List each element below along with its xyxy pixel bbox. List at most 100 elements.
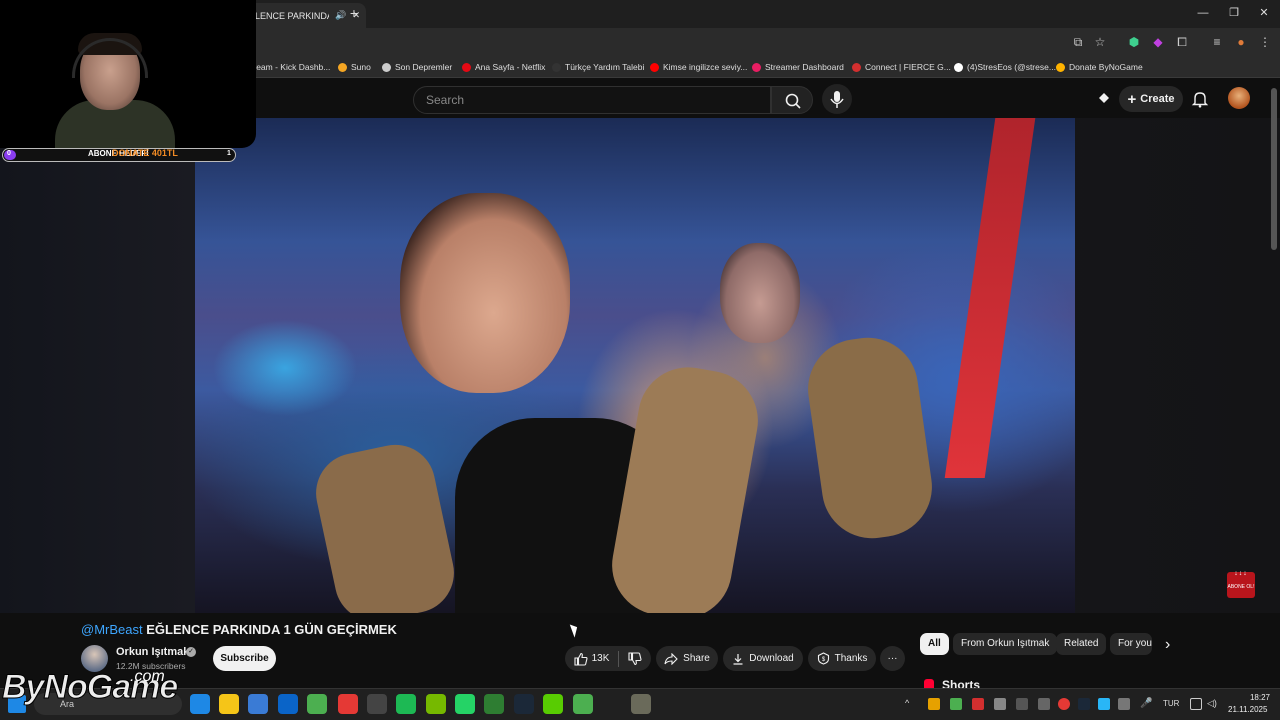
edge-icon[interactable] (190, 694, 210, 714)
watermark-suffix: .com (130, 668, 165, 685)
file-explorer-icon[interactable] (219, 694, 239, 714)
notifications-bell-icon[interactable] (1190, 89, 1210, 109)
bookmark-label: Suno (351, 62, 371, 72)
tray-app-icon[interactable] (1098, 698, 1110, 710)
opera-icon[interactable] (338, 694, 358, 714)
extension-shield-icon[interactable]: ⬢ (1126, 34, 1142, 50)
steam-icon[interactable] (514, 694, 534, 714)
search-button[interactable] (771, 86, 813, 114)
bookmark-favicon-icon (338, 62, 347, 72)
more-actions-button[interactable]: ··· (880, 646, 905, 671)
video-scene-seat (801, 331, 939, 545)
obs-icon[interactable] (367, 694, 387, 714)
spotify-icon[interactable] (396, 694, 416, 714)
tray-language[interactable]: TUR (1163, 699, 1179, 708)
store-icon[interactable] (248, 694, 268, 714)
title-mention-link[interactable]: @MrBeast (81, 622, 143, 637)
tray-steam-icon[interactable] (1078, 698, 1090, 710)
microphone-icon (830, 91, 844, 108)
extensions-puzzle-icon[interactable]: ⧠ (1174, 34, 1190, 50)
studio-icon[interactable] (1096, 90, 1112, 106)
thumbs-down-icon[interactable] (628, 651, 642, 666)
audio-icon[interactable]: 🔊 (335, 10, 346, 21)
bookmark-label: Türkçe Yardım Talebi (565, 62, 645, 72)
channel-name[interactable]: Orkun Işıtmak (116, 646, 189, 658)
tray-overflow-chevron-icon[interactable]: ^ (905, 698, 917, 710)
close-window-button[interactable]: ✕ (1253, 4, 1275, 22)
chip-for-you[interactable]: For you (1110, 633, 1152, 655)
account-avatar[interactable] (1228, 87, 1250, 109)
svg-text:$: $ (821, 657, 825, 663)
extension-twitch-icon[interactable]: ◆ (1150, 34, 1166, 50)
plus-icon: + (1127, 90, 1137, 108)
goal-start-value: 0 (7, 150, 11, 157)
like-button[interactable]: 13K (574, 652, 609, 666)
video-scene-person (400, 193, 570, 393)
bookmark-favicon-icon (382, 62, 391, 72)
download-label: Download (749, 653, 794, 664)
game-app-icon[interactable] (631, 694, 651, 714)
bookmark-item[interactable]: Türkçe Yardım Talebi (552, 59, 644, 75)
chips-next-chevron-icon[interactable]: › (1165, 636, 1170, 654)
video-scene-person (720, 243, 800, 343)
thanks-label: Thanks (834, 653, 868, 664)
share-button[interactable]: Share (656, 646, 718, 671)
like-divider (618, 650, 620, 667)
tray-app-icon[interactable] (1038, 698, 1050, 710)
tray-mic-icon[interactable]: 🎤 (1140, 698, 1152, 710)
install-app-icon[interactable]: ⧉ (1070, 34, 1086, 50)
bookmark-favicon-icon (954, 62, 963, 72)
video-player[interactable] (195, 118, 1075, 613)
tray-app-icon[interactable] (950, 698, 962, 710)
tray-app-icon[interactable] (972, 698, 984, 710)
menu-kebab-icon[interactable]: ⋮ (1257, 34, 1273, 50)
minecraft-icon[interactable] (573, 694, 593, 714)
bookmark-label: Kimse ingilizce seviy... (663, 62, 748, 72)
clock-date[interactable]: 21.11.2025 (1228, 705, 1267, 714)
bookmark-star-icon[interactable]: ☆ (1092, 34, 1108, 50)
restore-button[interactable]: ❐ (1223, 4, 1245, 22)
bookmark-item[interactable]: Suno (338, 59, 371, 75)
download-button[interactable]: Download (723, 646, 803, 671)
bookmark-item[interactable]: Donate ByNoGame (1056, 59, 1143, 75)
tray-app-icon[interactable] (1016, 698, 1028, 710)
tray-app-icon[interactable] (1118, 698, 1130, 710)
outlook-icon[interactable] (278, 694, 298, 714)
minimize-button[interactable]: — (1192, 4, 1214, 22)
tray-app-icon[interactable] (1058, 698, 1070, 710)
bookmark-label: Streamer Dashboard (765, 62, 844, 72)
bookmark-item[interactable]: Streamer Dashboard (752, 59, 844, 75)
tray-app-icon[interactable] (928, 698, 940, 710)
tray-volume-icon[interactable]: ◁) (1207, 698, 1219, 710)
duolingo-icon[interactable] (543, 694, 563, 714)
video-scene-tower (944, 118, 1036, 478)
profile-icon[interactable]: ● (1233, 34, 1249, 50)
chip-from-channel[interactable]: From Orkun Işıtmak (953, 633, 1058, 655)
thanks-icon: $ (817, 652, 829, 665)
bookmark-label: tream - Kick Dashb... (251, 62, 331, 72)
chip-related[interactable]: Related (1056, 633, 1107, 655)
page-scrollbar[interactable] (1271, 88, 1277, 250)
create-button[interactable]: + Create (1119, 86, 1183, 112)
whatsapp-icon[interactable] (455, 694, 475, 714)
tray-network-icon[interactable] (1190, 698, 1202, 710)
bookmark-item[interactable]: Connect | FIERCE G... (852, 59, 951, 75)
chip-all[interactable]: All (920, 633, 949, 655)
nvidia-icon[interactable] (426, 694, 446, 714)
search-input[interactable]: Search (413, 86, 771, 114)
voice-search-button[interactable] (822, 84, 852, 114)
search-icon (785, 93, 801, 109)
tray-app-icon[interactable] (994, 698, 1006, 710)
media-control-icon[interactable]: ≡ (1209, 34, 1225, 50)
bookmark-item[interactable]: Ana Sayfa - Netflix (462, 59, 545, 75)
bookmark-item[interactable]: Kimse ingilizce seviy... (650, 59, 747, 75)
chrome-icon[interactable] (307, 694, 327, 714)
overlay-arrows: ↓↓↓ (1234, 570, 1248, 577)
new-tab-button[interactable]: + (346, 5, 362, 21)
subscribe-button[interactable]: Subscribe (213, 646, 276, 671)
media-player-icon[interactable] (484, 694, 504, 714)
bookmark-item[interactable]: (4)StresEos (@strese... (954, 59, 1056, 75)
thanks-button[interactable]: $ Thanks (808, 646, 876, 671)
bookmark-item[interactable]: Son Depremler (382, 59, 452, 75)
clock-time[interactable]: 18:27 (1245, 693, 1275, 702)
